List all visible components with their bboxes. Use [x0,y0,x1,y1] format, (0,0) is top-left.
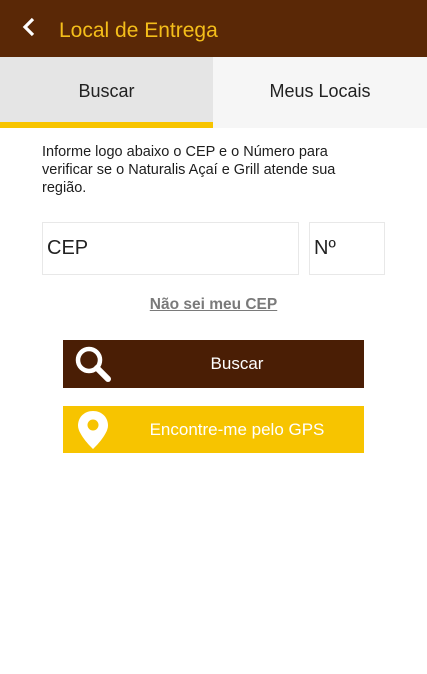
cep-input[interactable] [42,222,299,275]
tab-meus-locais[interactable]: Meus Locais [213,57,427,128]
back-button[interactable] [14,14,44,44]
instructions-text: Informe logo abaixo o CEP e o Número par… [42,144,336,196]
app-header: Local de Entrega [0,0,427,57]
tab-buscar[interactable]: Buscar [0,57,213,128]
gps-button[interactable]: Encontre-me pelo GPS [63,406,364,453]
page-title: Local de Entrega [59,19,218,42]
search-icon [73,340,113,388]
unknown-cep-link[interactable]: Não sei meu CEP [0,296,427,314]
chevron-left-icon [21,17,37,42]
map-pin-icon [73,406,113,453]
number-input[interactable] [309,222,385,275]
tab-bar: Buscar Meus Locais [0,57,427,128]
search-button[interactable]: Buscar [63,340,364,388]
app-screen: Local de Entrega Buscar Meus Locais Info… [0,0,427,674]
